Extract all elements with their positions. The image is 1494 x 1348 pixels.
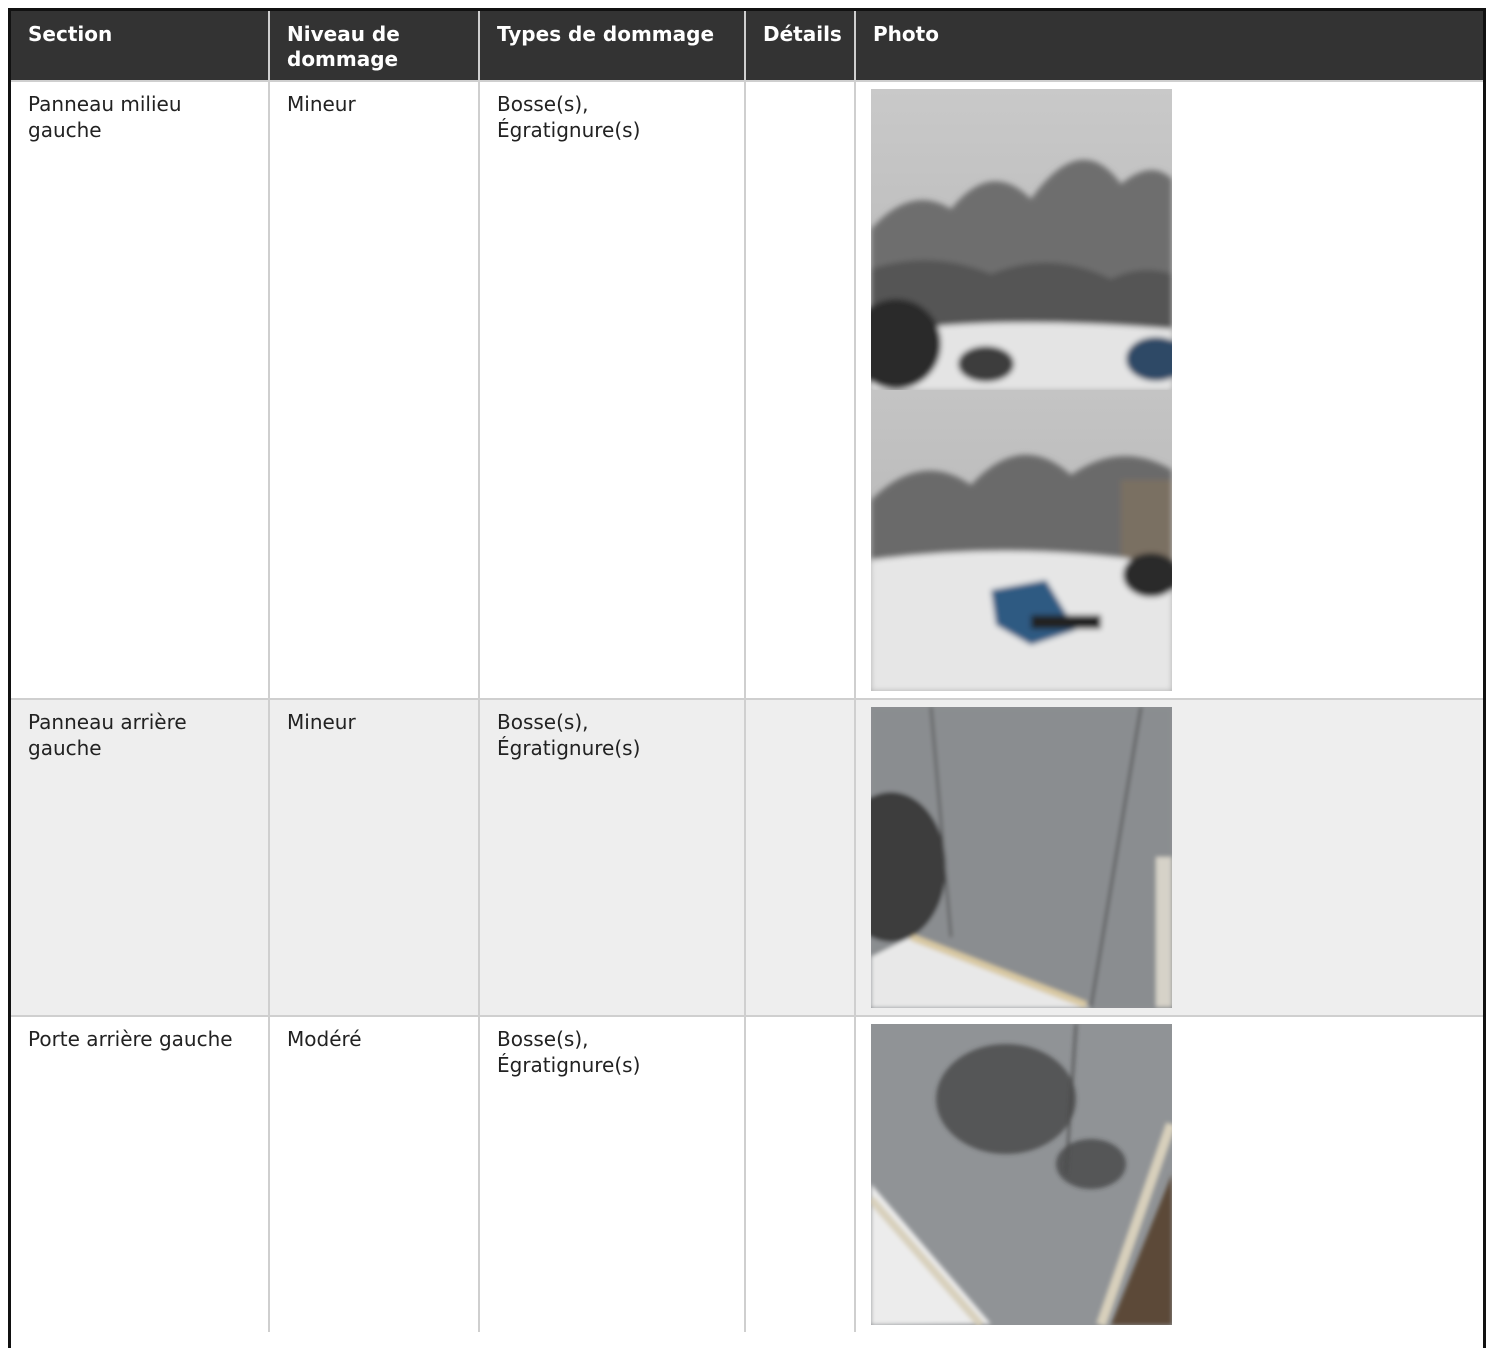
table-row: Panneau milieu gauche Mineur Bosse(s), É… — [11, 80, 1483, 699]
trailer-panel-photo[interactable] — [871, 707, 1172, 1008]
table-body: Panneau milieu gauche Mineur Bosse(s), É… — [11, 80, 1483, 1332]
header-damage-types: Types de dommage — [479, 11, 746, 81]
trailer-door-photo[interactable] — [871, 1024, 1172, 1325]
header-details: Détails — [745, 11, 856, 81]
details-cell — [745, 698, 856, 1016]
section-cell: Porte arrière gauche — [11, 1015, 270, 1332]
damage-types-cell: Bosse(s), Égratignure(s) — [479, 698, 746, 1016]
section-cell: Panneau milieu gauche — [11, 80, 270, 699]
damage-table: Section Niveau de dommage Types de domma… — [11, 11, 1483, 1332]
photo-cell — [855, 1015, 1483, 1332]
snowmobile-photo[interactable] — [871, 390, 1172, 691]
header-row: Section Niveau de dommage Types de domma… — [11, 11, 1483, 81]
damage-level-cell: Modéré — [269, 1015, 480, 1332]
damage-report-frame: Section Niveau de dommage Types de domma… — [8, 8, 1486, 1348]
damage-types-cell: Bosse(s), Égratignure(s) — [479, 80, 746, 699]
details-cell — [745, 80, 856, 699]
snowmobile-photo[interactable] — [871, 89, 1172, 390]
header-section: Section — [11, 11, 270, 81]
details-cell — [745, 1015, 856, 1332]
damage-types-cell: Bosse(s), Égratignure(s) — [479, 1015, 746, 1332]
photo-cell — [855, 698, 1483, 1016]
table-row: Porte arrière gauche Modéré Bosse(s), Ég… — [11, 1015, 1483, 1332]
section-cell: Panneau arrière gauche — [11, 698, 270, 1016]
header-photo: Photo — [855, 11, 1483, 81]
damage-level-cell: Mineur — [269, 80, 480, 699]
header-damage-level: Niveau de dommage — [269, 11, 480, 81]
damage-level-cell: Mineur — [269, 698, 480, 1016]
table-header: Section Niveau de dommage Types de domma… — [11, 11, 1483, 81]
table-row: Panneau arrière gauche Mineur Bosse(s), … — [11, 698, 1483, 1016]
photo-cell — [855, 80, 1483, 699]
